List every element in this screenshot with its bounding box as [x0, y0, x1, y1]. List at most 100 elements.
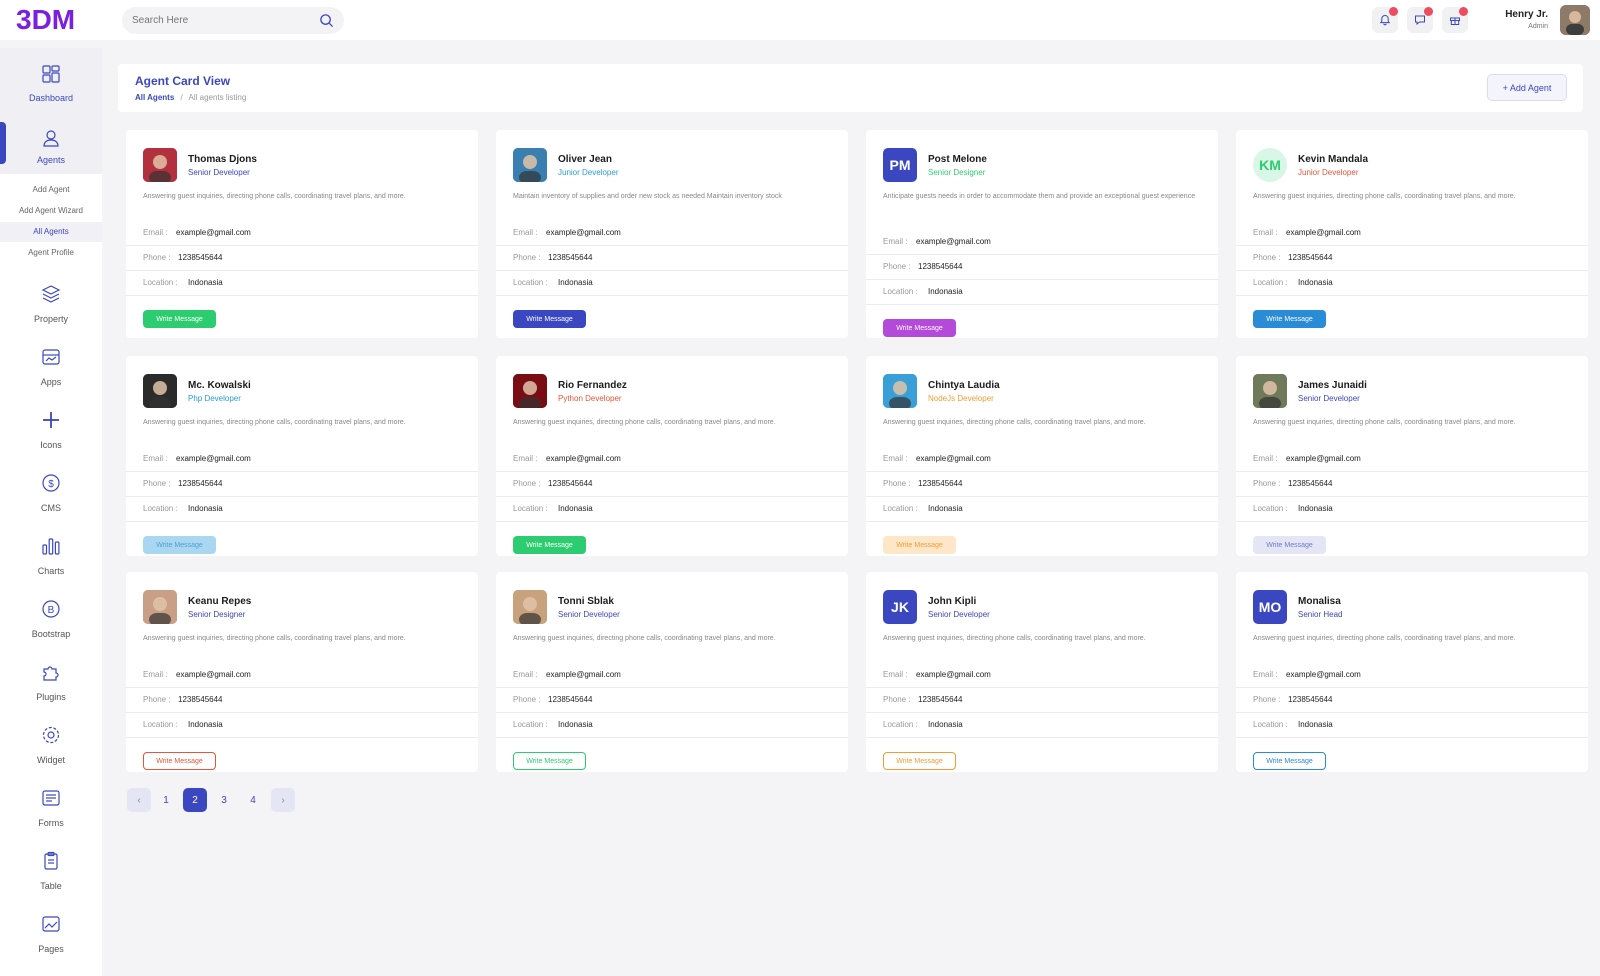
agent-name[interactable]: Mc. Kowalski [188, 380, 251, 391]
agent-location: Indonasia [1298, 504, 1333, 513]
agent-email[interactable]: example@gmail.com [546, 670, 621, 679]
sidebar-item-plugins[interactable]: Plugins [0, 654, 102, 714]
write-message-button[interactable]: Write Message [1253, 310, 1326, 328]
user-avatar[interactable] [1560, 5, 1590, 35]
pagination-page-4[interactable]: 4 [241, 788, 265, 812]
agent-email[interactable]: example@gmail.com [916, 454, 991, 463]
agent-email[interactable]: example@gmail.com [176, 454, 251, 463]
write-message-button[interactable]: Write Message [143, 536, 216, 554]
agent-name[interactable]: Rio Fernandez [558, 380, 627, 391]
breadcrumb-all-agents[interactable]: All Agents [135, 93, 174, 102]
agent-avatar[interactable]: KM [1253, 148, 1287, 182]
agent-email[interactable]: example@gmail.com [546, 228, 621, 237]
search-input[interactable] [132, 13, 302, 28]
agent-avatar[interactable]: MO [1253, 590, 1287, 624]
submenu-add-agent[interactable]: Add Agent [0, 180, 102, 200]
sidebar-item-pages[interactable]: Pages [0, 906, 102, 966]
search-icon[interactable] [319, 13, 334, 28]
agent-name[interactable]: Chintya Laudia [928, 380, 1000, 391]
agent-role: Senior Designer [928, 168, 986, 177]
write-message-button[interactable]: Write Message [143, 310, 216, 328]
agent-name[interactable]: Keanu Repes [188, 596, 251, 607]
sidebar-item-forms[interactable]: Forms [0, 780, 102, 840]
agent-name[interactable]: Tonni Sblak [558, 596, 614, 607]
write-message-button[interactable]: Write Message [513, 536, 586, 554]
agent-avatar[interactable]: JK [883, 590, 917, 624]
gear-icon [42, 726, 60, 744]
write-message-button[interactable]: Write Message [1253, 536, 1326, 554]
sidebar-item-property[interactable]: Property [0, 276, 102, 336]
pagination-page-3[interactable]: 3 [212, 788, 236, 812]
write-message-button[interactable]: Write Message [513, 310, 586, 328]
sidebar-item-agents[interactable]: Agents [0, 122, 102, 174]
agent-avatar[interactable] [143, 590, 177, 624]
agent-location-row: Location : Indonasia [1236, 497, 1588, 522]
agent-phone-row: Phone : 1238545644 [126, 688, 478, 713]
sidebar-item-dashboard[interactable]: Dashboard [0, 48, 102, 122]
agent-card: Mc. Kowalski Php Developer Answering gue… [126, 356, 478, 556]
agent-name[interactable]: James Junaidi [1298, 380, 1367, 391]
agent-avatar[interactable] [883, 374, 917, 408]
agent-name[interactable]: John Kipli [928, 596, 976, 607]
sidebar-item-apps[interactable]: Apps [0, 339, 102, 399]
write-message-button[interactable]: Write Message [883, 536, 956, 554]
sidebar-label-pages: Pages [38, 944, 64, 954]
agent-email[interactable]: example@gmail.com [1286, 454, 1361, 463]
agent-role: Junior Developer [1298, 168, 1359, 177]
agent-role: Senior Developer [188, 168, 250, 177]
agent-phone-row: Phone : 1238545644 [1236, 246, 1588, 271]
agent-avatar[interactable] [143, 374, 177, 408]
sidebar-item-bootstrap[interactable]: B Bootstrap [0, 591, 102, 651]
agent-email[interactable]: example@gmail.com [916, 237, 991, 246]
agent-email[interactable]: example@gmail.com [176, 228, 251, 237]
agent-description: Answering guest inquiries, directing pho… [883, 419, 1146, 426]
pagination-next[interactable]: › [271, 788, 295, 812]
sidebar-item-table[interactable]: Table [0, 843, 102, 903]
agent-email[interactable]: example@gmail.com [546, 454, 621, 463]
agent-avatar[interactable] [513, 590, 547, 624]
agent-name[interactable]: Monalisa [1298, 596, 1341, 607]
agent-name[interactable]: Kevin Mandala [1298, 154, 1368, 165]
agent-avatar[interactable] [513, 148, 547, 182]
brand-logo[interactable]: 3DM [16, 4, 82, 34]
add-agent-button[interactable]: + Add Agent [1487, 74, 1567, 101]
gift-button[interactable] [1442, 7, 1468, 33]
write-message-button[interactable]: Write Message [1253, 752, 1326, 770]
agent-email[interactable]: example@gmail.com [1286, 228, 1361, 237]
write-message-button[interactable]: Write Message [513, 752, 586, 770]
submenu-all-agents[interactable]: All Agents [0, 222, 102, 242]
agent-phone: 1238545644 [548, 479, 593, 488]
agent-avatar[interactable]: PM [883, 148, 917, 182]
location-label: Location : [1253, 720, 1288, 729]
sidebar-item-icons[interactable]: Icons [0, 402, 102, 462]
agent-location: Indonasia [188, 720, 223, 729]
write-message-button[interactable]: Write Message [883, 319, 956, 337]
messages-button[interactable] [1407, 7, 1433, 33]
agent-phone-row: Phone : 1238545644 [126, 246, 478, 271]
location-label: Location : [513, 278, 548, 287]
agent-avatar[interactable] [513, 374, 547, 408]
sidebar-item-cms[interactable]: $ CMS [0, 465, 102, 525]
agent-name[interactable]: Thomas Djons [188, 154, 257, 165]
agent-email[interactable]: example@gmail.com [176, 670, 251, 679]
write-message-button[interactable]: Write Message [143, 752, 216, 770]
agent-email[interactable]: example@gmail.com [916, 670, 991, 679]
agent-name[interactable]: Oliver Jean [558, 154, 612, 165]
write-message-button[interactable]: Write Message [883, 752, 956, 770]
agent-email[interactable]: example@gmail.com [1286, 670, 1361, 679]
pagination-page-1[interactable]: 1 [154, 788, 178, 812]
phone-label: Phone : [1253, 695, 1281, 704]
notification-button[interactable] [1372, 7, 1398, 33]
agent-location-row: Location : Indonasia [496, 497, 848, 522]
submenu-add-agent-wizard[interactable]: Add Agent Wizard [0, 201, 102, 221]
pagination-prev[interactable]: ‹ [127, 788, 151, 812]
agent-avatar[interactable] [1253, 374, 1287, 408]
pagination-page-2[interactable]: 2 [183, 788, 207, 812]
sidebar-item-charts[interactable]: Charts [0, 528, 102, 588]
notification-dot [1389, 7, 1398, 16]
agent-phone: 1238545644 [918, 262, 963, 271]
sidebar-item-widget[interactable]: Widget [0, 717, 102, 777]
agent-avatar[interactable] [143, 148, 177, 182]
agent-name[interactable]: Post Melone [928, 154, 987, 165]
submenu-agent-profile[interactable]: Agent Profile [0, 243, 102, 263]
